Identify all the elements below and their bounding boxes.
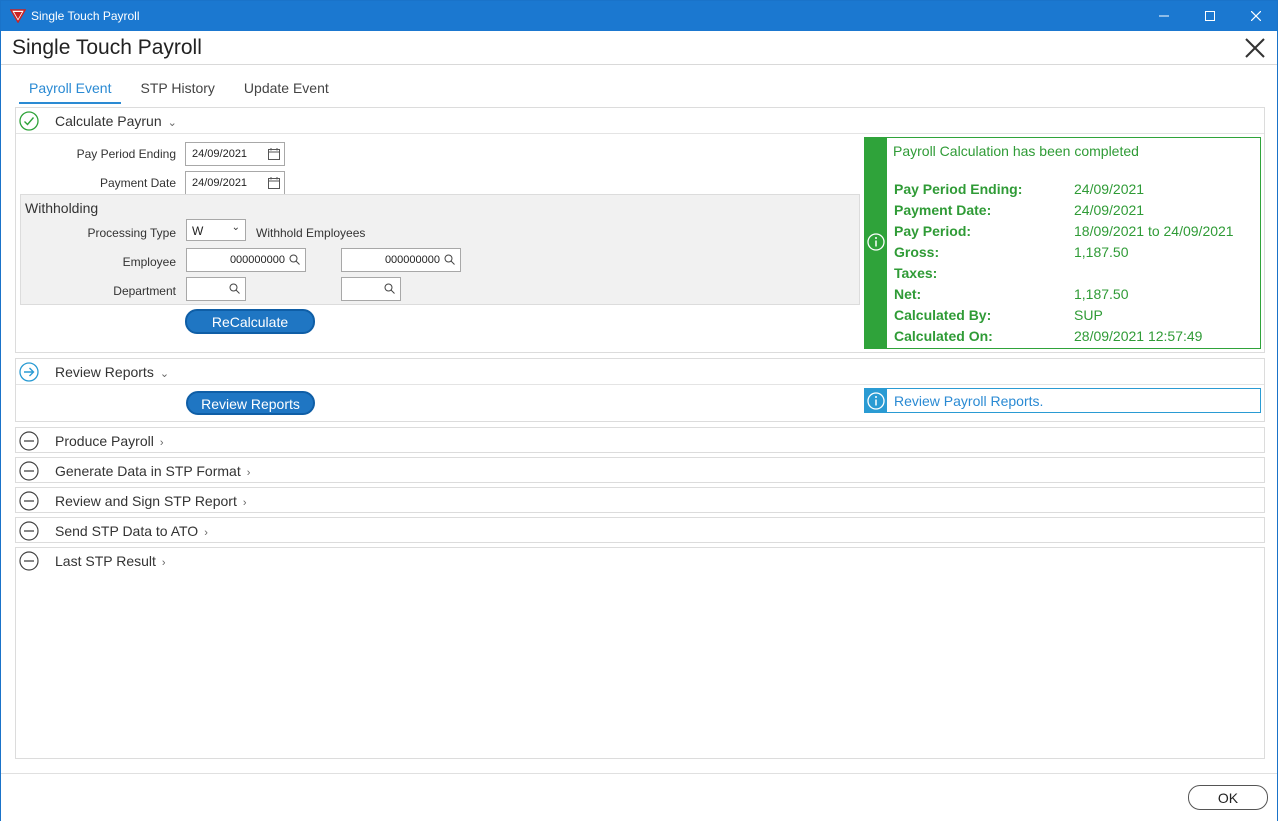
department-from-field[interactable] [186,277,246,301]
status-row: Payment Date: 24/09/2021 [894,202,1145,218]
search-icon[interactable] [384,283,395,294]
chevron-right-icon: › [161,557,166,569]
chevron-right-icon: › [159,437,164,449]
status-row: Gross: 1,187.50 [894,244,1129,260]
page-title: Single Touch Payroll [12,36,202,59]
employee-to-field[interactable]: 000000000 [341,248,461,272]
employee-from-field[interactable]: 000000000 [186,248,306,272]
search-icon[interactable] [229,283,240,294]
dialog-footer: OK [1,773,1277,821]
review-reports-button[interactable]: Review Reports [186,391,315,415]
review-reports-header[interactable]: Review Reports ⌄ [16,359,1264,385]
chevron-down-icon: ⌄ [231,222,240,233]
calculate-payrun-section: Calculate Payrun ⌄ Pay Period Ending 24/0… [15,107,1265,353]
payment-date-field[interactable]: 24/09/2021 [185,171,285,195]
minimize-icon [1159,15,1169,17]
calculation-status-panel: Payroll Calculation has been completed P… [864,137,1261,349]
step-label: Last STP Result › [55,553,166,569]
maximize-icon [1205,11,1215,21]
info-bar [865,389,887,412]
calculate-payrun-header[interactable]: Calculate Payrun ⌄ [16,108,1264,134]
status-row: Calculated By: SUP [894,307,1103,323]
check-circle-icon [19,111,39,131]
minus-circle-icon [19,431,39,451]
dialog-close-icon[interactable] [1243,36,1267,60]
ok-button[interactable]: OK [1188,785,1268,810]
pay-period-ending-field[interactable]: 24/09/2021 [185,142,285,166]
chevron-down-icon: ⌄ [159,368,170,380]
withholding-group: Withholding Processing Type W ⌄ Withhold… [20,194,860,305]
info-icon [867,233,885,251]
status-row: Pay Period Ending: 24/09/2021 [894,181,1145,197]
review-reports-title: Review Reports ⌄ [55,364,170,380]
minus-circle-icon [19,461,39,481]
search-icon[interactable] [289,254,300,265]
pay-period-ending-label: Pay Period Ending [76,147,176,161]
chevron-right-icon: › [242,497,247,509]
status-row: Calculated On: 28/09/2021 12:57:49 [894,328,1203,344]
step-header[interactable]: Produce Payroll › [16,428,1264,454]
review-info-message: Review Payroll Reports. [894,393,1044,409]
status-row: Taxes: [894,265,938,281]
withholding-title: Withholding [25,200,99,216]
chevron-right-icon: › [204,527,208,539]
window-close-button[interactable] [1233,1,1278,31]
app-logo-icon [10,9,26,23]
tab-bar: Payroll Event STP History Update Event [19,75,348,105]
processing-type-label: Processing Type [87,226,177,240]
processing-type-description: Withhold Employees [256,226,366,240]
step-label: Produce Payroll › [55,433,164,449]
review-info-panel: Review Payroll Reports. [864,388,1261,413]
department-label: Department [113,284,176,298]
step-produce-payroll[interactable]: Produce Payroll › [15,427,1265,453]
step-last-stp-result[interactable]: Last STP Result › [15,547,1265,759]
calendar-icon[interactable] [268,148,280,160]
step-header[interactable]: Generate Data in STP Format › [16,458,1264,484]
chevron-down-icon: ⌄ [167,117,177,129]
title-bar[interactable]: Single Touch Payroll [1,1,1277,31]
close-icon [1251,11,1261,21]
employee-label: Employee [122,255,176,269]
status-row: Net: 1,187.50 [894,286,1129,302]
status-message: Payroll Calculation has been completed [893,143,1139,159]
tab-update-event[interactable]: Update Event [234,75,339,104]
info-icon [867,392,885,410]
minimize-button[interactable] [1141,1,1187,31]
status-row: Pay Period: 18/09/2021 to 24/09/2021 [894,223,1234,239]
processing-type-select[interactable]: W ⌄ [186,219,246,241]
search-icon[interactable] [444,254,455,265]
minus-circle-icon [19,521,39,541]
step-send-to-ato[interactable]: Send STP Data to ATO › [15,517,1265,543]
tab-payroll-event[interactable]: Payroll Event [19,75,122,104]
review-reports-section: Review Reports ⌄ Review Reports Review Pa… [15,358,1265,422]
recalculate-button[interactable]: ReCalculate [185,309,315,334]
chevron-right-icon: › [246,467,251,479]
payment-date-label: Payment Date [99,176,176,190]
arrow-right-circle-icon [19,362,39,382]
step-header[interactable]: Review and Sign STP Report › [16,488,1264,514]
step-label: Review and Sign STP Report › [55,493,247,509]
minus-circle-icon [19,491,39,511]
step-label: Generate Data in STP Format › [55,463,251,479]
window: Single Touch Payroll Single Touch Payrol… [0,0,1278,821]
calculate-payrun-title: Calculate Payrun ⌄ [55,113,177,129]
department-to-field[interactable] [341,277,401,301]
step-generate-data[interactable]: Generate Data in STP Format › [15,457,1265,483]
step-header[interactable]: Send STP Data to ATO › [16,518,1264,544]
status-bar [865,138,887,348]
step-label: Send STP Data to ATO › [55,523,208,539]
tab-stp-history[interactable]: STP History [130,75,224,104]
page-header: Single Touch Payroll [1,31,1277,65]
window-title: Single Touch Payroll [31,9,140,23]
minus-circle-icon [19,551,39,571]
maximize-button[interactable] [1187,1,1233,31]
step-review-sign[interactable]: Review and Sign STP Report › [15,487,1265,513]
calendar-icon[interactable] [268,177,280,189]
step-header[interactable]: Last STP Result › [16,548,1264,574]
